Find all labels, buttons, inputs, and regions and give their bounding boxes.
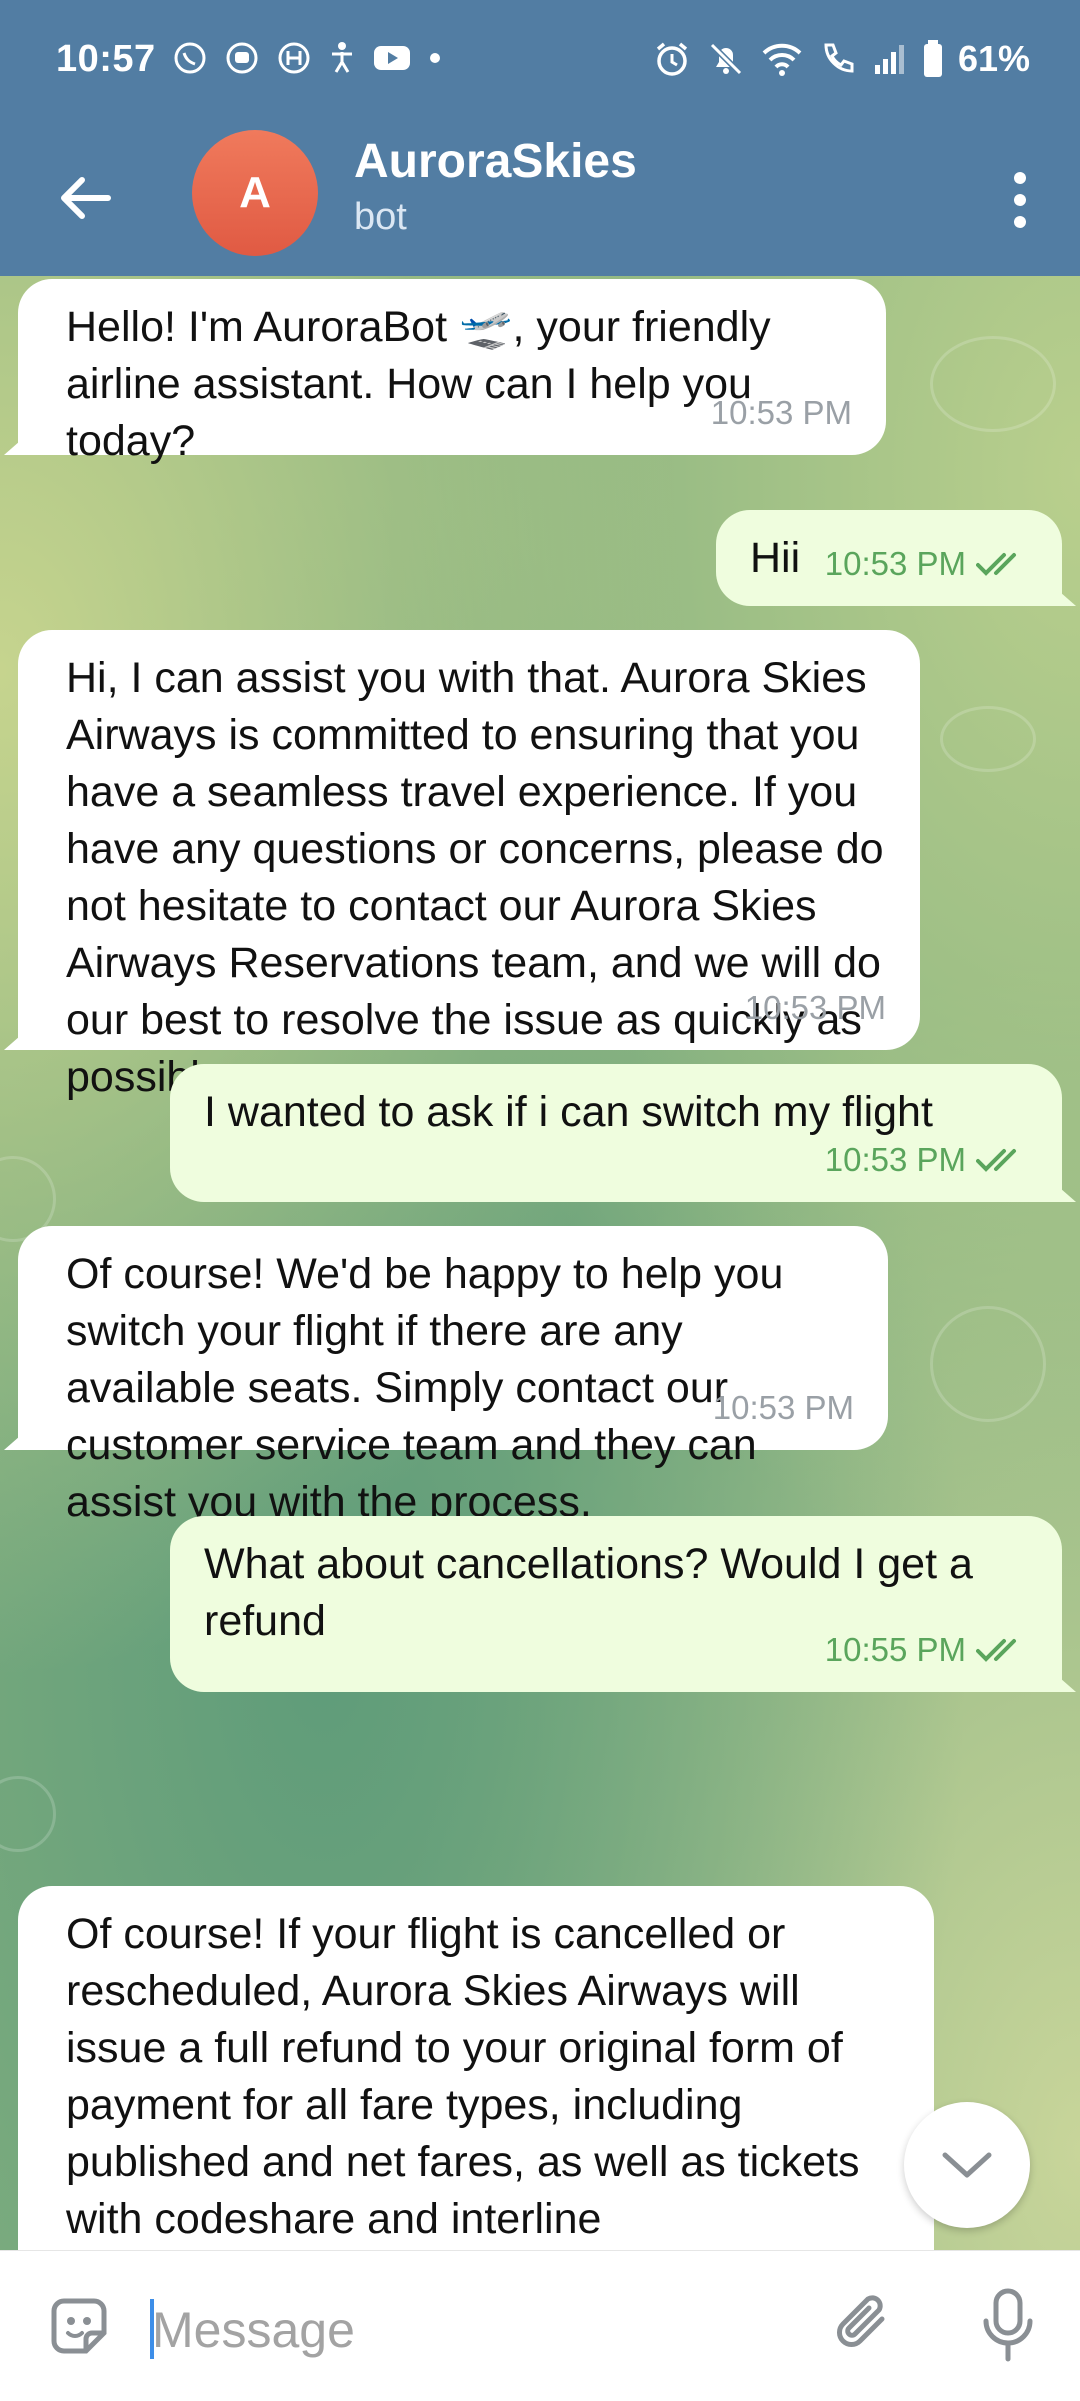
message-meta: 10:55 PM bbox=[825, 1621, 1026, 1678]
sticker-icon bbox=[51, 2298, 107, 2354]
message-outgoing[interactable]: What about cancellations? Would I get a … bbox=[170, 1516, 1062, 1692]
message-time: 10:53 PM bbox=[712, 1389, 854, 1426]
chat-subtitle: bot bbox=[354, 196, 407, 238]
back-arrow-icon bbox=[61, 177, 111, 219]
message-time: 10:53 PM bbox=[710, 394, 852, 431]
double-check-icon bbox=[976, 1638, 1016, 1662]
message-time: 10:53 PM bbox=[744, 989, 886, 1026]
message-outgoing[interactable]: I wanted to ask if i can switch my fligh… bbox=[170, 1064, 1062, 1202]
signal-icon bbox=[874, 45, 904, 74]
composer-bar bbox=[0, 2250, 1080, 2401]
avatar[interactable]: A bbox=[192, 130, 318, 256]
message-incoming[interactable]: Of course! If your flight is cancelled o… bbox=[18, 1886, 934, 2250]
chat-icon bbox=[226, 42, 258, 74]
message-input[interactable] bbox=[150, 2289, 794, 2371]
alarm-icon bbox=[656, 42, 688, 76]
paperclip-icon bbox=[837, 2295, 885, 2347]
chat-title[interactable]: AuroraSkies bbox=[354, 134, 637, 189]
emoji-button[interactable] bbox=[44, 2291, 114, 2361]
notification-icons bbox=[172, 40, 442, 76]
message-text: Hi, I can assist you with that. Aurora S… bbox=[66, 654, 884, 1101]
message-time: 10:53 PM bbox=[824, 545, 966, 582]
dot-icon bbox=[430, 53, 440, 63]
message-time: 10:55 PM bbox=[824, 1631, 966, 1668]
chat-header: A AuroraSkies bot bbox=[0, 124, 1080, 276]
battery-icon bbox=[923, 40, 942, 77]
battery-level: 61% bbox=[957, 38, 1030, 79]
mute-icon bbox=[709, 42, 743, 76]
double-check-icon bbox=[976, 552, 1016, 576]
message-time: 10:53 PM bbox=[824, 1141, 966, 1178]
youtube-icon bbox=[374, 46, 410, 70]
message-incoming[interactable]: Hello! I'm AuroraBot 🛫, your friendly ai… bbox=[18, 279, 886, 465]
double-check-icon bbox=[976, 1148, 1016, 1172]
more-options-button[interactable] bbox=[990, 164, 1050, 236]
scroll-down-button[interactable] bbox=[904, 2102, 1030, 2228]
message-text: Of course! If your flight is cancelled o… bbox=[66, 1910, 860, 2243]
microphone-button[interactable] bbox=[972, 2285, 1044, 2365]
accessibility-icon bbox=[332, 42, 352, 73]
status-right: 61% bbox=[652, 38, 1030, 80]
microphone-icon bbox=[983, 2288, 1033, 2362]
chevron-down-icon bbox=[942, 2152, 992, 2178]
status-bar: 10:57 61% bbox=[0, 0, 1080, 124]
call-icon bbox=[824, 43, 854, 73]
wifi-icon bbox=[762, 43, 802, 76]
status-time: 10:57 bbox=[56, 38, 156, 80]
message-outgoing[interactable]: Hii 10:53 PM bbox=[716, 510, 1062, 606]
message-meta: 10:53 PM bbox=[825, 1131, 1026, 1188]
message-incoming[interactable]: Hi, I can assist you with that. Aurora S… bbox=[18, 630, 920, 1101]
message-incoming[interactable]: Of course! We'd be happy to help you swi… bbox=[18, 1226, 888, 1526]
message-meta: 10:53 PM bbox=[825, 535, 1026, 592]
chat-area[interactable]: Hello! I'm AuroraBot 🛫, your friendly ai… bbox=[0, 276, 1080, 2250]
hotel-icon bbox=[278, 42, 310, 74]
back-button[interactable] bbox=[54, 166, 118, 230]
whatsapp-icon bbox=[174, 42, 206, 74]
attach-button[interactable] bbox=[830, 2289, 902, 2361]
